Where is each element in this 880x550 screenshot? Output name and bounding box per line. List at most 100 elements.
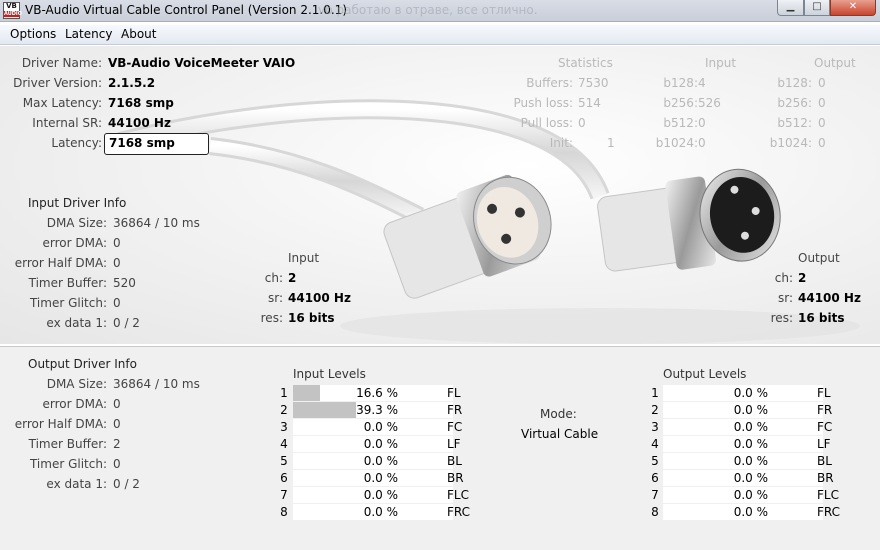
menu-bar: Options Latency About	[0, 25, 880, 45]
level-meter: 0.0 %	[663, 385, 823, 401]
channel-name: FR	[447, 403, 463, 417]
channel-name: LF	[447, 437, 461, 451]
output-ch-label: ch:	[774, 271, 793, 285]
title-bar[interactable]: VB AUDIO VB-Audio Virtual Cable Control P…	[0, 0, 880, 22]
driver-name-value: VB-Audio VoiceMeeter VAIO	[108, 56, 296, 70]
stat-label: Init:	[549, 136, 573, 150]
input-levels-title: Input Levels	[293, 367, 366, 381]
stat-input-value: 0	[698, 116, 706, 130]
channel-name: FR	[817, 403, 833, 417]
info-label: Timer Glitch:	[29, 457, 107, 471]
channel-name: FRC	[447, 505, 471, 519]
info-label: Timer Glitch:	[29, 296, 107, 310]
level-meter: 0.0 %	[663, 436, 823, 452]
level-meter: 16.6 %	[293, 385, 453, 401]
channel-number: 6	[651, 471, 659, 485]
stat-input-value: 0	[698, 136, 706, 150]
level-percent: 0.0 %	[363, 454, 398, 468]
stat-output-label: b256:	[777, 96, 812, 110]
output-levels-title: Output Levels	[663, 367, 747, 381]
mode-label: Mode:	[540, 407, 577, 421]
level-percent: 0.0 %	[733, 454, 768, 468]
info-value: 2	[113, 437, 121, 451]
levels-panel: Output Driver Info DMA Size: 36864 / 10 …	[0, 346, 880, 550]
driver-name-label: Driver Name:	[21, 56, 102, 70]
level-meter: 0.0 %	[293, 487, 453, 503]
menu-latency[interactable]: Latency	[65, 27, 112, 41]
minimize-button[interactable]: ▁	[777, 0, 804, 16]
info-value: 36864 / 10 ms	[113, 216, 200, 230]
output-format-title: Output	[798, 251, 840, 265]
max-latency-label: Max Latency:	[22, 96, 102, 110]
menu-options[interactable]: Options	[10, 27, 56, 41]
max-latency-value: 7168 smp	[108, 96, 174, 110]
internal-sr-value: 44100 Hz	[108, 116, 171, 130]
level-meter: 0.0 %	[663, 453, 823, 469]
output-ch-value: 2	[798, 271, 807, 285]
info-label: error DMA:	[42, 236, 108, 250]
channel-number: 8	[280, 505, 288, 519]
stat-label: Buffers:	[526, 76, 573, 90]
stat-output-value: 0	[818, 116, 826, 130]
channel-name: BL	[817, 454, 832, 468]
menu-about[interactable]: About	[121, 27, 156, 41]
level-meter: 0.0 %	[293, 453, 453, 469]
info-value: 0	[113, 457, 121, 471]
channel-name: FLC	[447, 488, 469, 502]
info-label: error DMA:	[42, 397, 108, 411]
input-res-label: res:	[260, 311, 283, 325]
stat-output-value: 0	[818, 136, 826, 150]
level-percent: 0.0 %	[733, 403, 768, 417]
level-meter: 0.0 %	[663, 487, 823, 503]
driver-version-value: 2.1.5.2	[108, 76, 156, 90]
stat-output-value: 0	[818, 76, 826, 90]
input-ch-value: 2	[288, 271, 297, 285]
input-driver-info-title: Input Driver Info	[28, 196, 127, 210]
latency-field[interactable]: 7168 smp	[104, 133, 209, 155]
maximize-button[interactable]: □	[804, 0, 830, 16]
level-percent: 39.3 %	[356, 403, 398, 417]
output-sr-label: sr:	[777, 291, 793, 305]
channel-number: 5	[651, 454, 659, 468]
stat-input-label: b256:	[663, 96, 698, 110]
channel-number: 8	[651, 505, 659, 519]
output-sr-value: 44100 Hz	[798, 291, 861, 305]
info-value: 0	[113, 236, 121, 250]
channel-name: FRC	[817, 505, 841, 519]
vb-audio-app-icon[interactable]: VB AUDIO	[3, 2, 22, 19]
stat-value: 1	[607, 136, 615, 150]
level-percent: 0.0 %	[733, 420, 768, 434]
window-title: VB-Audio Virtual Cable Control Panel (Ve…	[25, 3, 348, 17]
channel-number: 7	[651, 488, 659, 502]
level-meter: 39.3 %	[293, 402, 453, 418]
channel-name: FC	[447, 420, 463, 434]
level-meter: 0.0 %	[663, 470, 823, 486]
channel-number: 1	[651, 386, 659, 400]
channel-name: BR	[447, 471, 464, 485]
level-percent: 0.0 %	[733, 488, 768, 502]
level-meter: 0.0 %	[663, 504, 823, 520]
info-label: DMA Size:	[46, 216, 107, 230]
stat-value: 7530	[578, 76, 609, 90]
level-percent: 0.0 %	[733, 386, 768, 400]
stat-input-value: 526	[698, 96, 721, 110]
channel-number: 3	[280, 420, 288, 434]
info-label: Timer Buffer:	[28, 276, 107, 290]
level-percent: 0.0 %	[363, 488, 398, 502]
statistics-output-header: Output	[814, 56, 856, 70]
background-window-title: vb работаю в отраве, все отлично.	[318, 3, 538, 17]
stat-output-label: b1024:	[769, 136, 812, 150]
level-percent: 0.0 %	[733, 471, 768, 485]
level-percent: 0.0 %	[733, 505, 768, 519]
xlr-cable-illustration	[117, 99, 860, 344]
driver-version-label: Driver Version:	[13, 76, 102, 90]
info-value: 520	[113, 276, 136, 290]
close-button[interactable]: ✕	[830, 0, 876, 16]
info-label: Timer Buffer:	[28, 437, 107, 451]
channel-name: FLC	[817, 488, 839, 502]
statistics-input-header: Input	[705, 56, 737, 70]
info-value: 0 / 2	[113, 316, 140, 330]
level-meter: 0.0 %	[293, 504, 453, 520]
channel-number: 4	[280, 437, 288, 451]
level-percent: 0.0 %	[363, 505, 398, 519]
